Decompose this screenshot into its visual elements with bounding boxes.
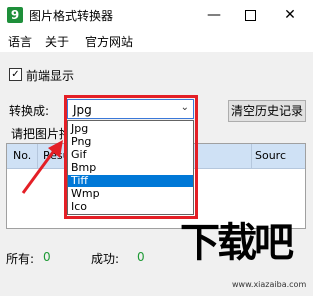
app-window: 9 图片格式转换器 — ✕ 语言 关于 官方网站 ✓ 前端显示 转换成: Jpg…	[0, 0, 313, 296]
status-all-count: 0	[43, 250, 51, 264]
watermark: 下载吧 www.xiazaiba.com	[180, 210, 310, 290]
maximize-button[interactable]	[232, 0, 268, 30]
title-bar: 9 图片格式转换器 — ✕	[0, 0, 313, 30]
watermark-url: www.xiazaiba.com	[232, 280, 307, 289]
menu-bar: 语言 关于 官方网站	[0, 30, 313, 52]
red-arrow-icon	[21, 140, 63, 194]
highlight-frame	[64, 95, 198, 219]
minimize-button[interactable]: —	[196, 0, 232, 30]
menu-official-site[interactable]: 官方网站	[85, 33, 133, 50]
window-title: 图片格式转换器	[29, 9, 114, 23]
topmost-checkbox[interactable]: ✓	[9, 68, 22, 81]
column-header-source[interactable]: Sourc	[255, 149, 286, 162]
column-divider	[251, 144, 252, 168]
status-success-count: 0	[137, 250, 145, 264]
clear-history-button[interactable]: 清空历史记录	[228, 100, 306, 122]
convert-to-label: 转换成:	[9, 104, 50, 118]
maximize-icon	[244, 9, 256, 21]
close-button[interactable]: ✕	[272, 0, 308, 30]
topmost-label: 前端显示	[26, 69, 75, 83]
menu-language[interactable]: 语言	[8, 33, 32, 50]
app-icon: 9	[7, 7, 23, 23]
status-all-label: 所有:	[6, 252, 35, 266]
menu-about[interactable]: 关于	[45, 33, 69, 50]
status-success-label: 成功:	[91, 252, 120, 266]
